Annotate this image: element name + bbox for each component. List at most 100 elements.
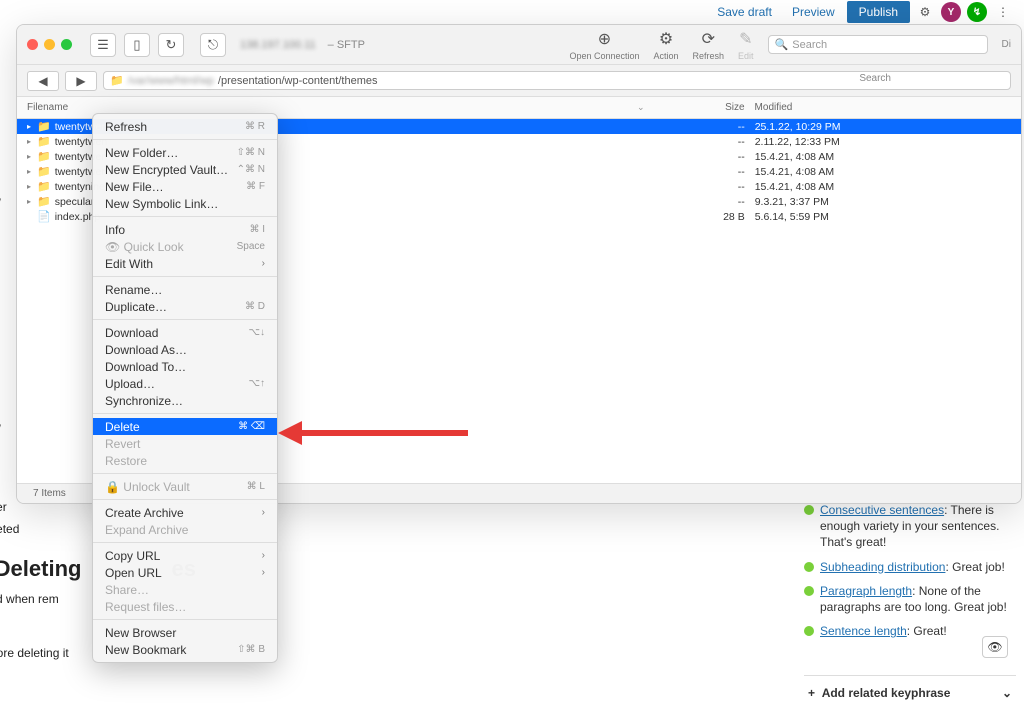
preview-link[interactable]: Preview bbox=[784, 5, 843, 19]
file-icon: 📄 bbox=[37, 210, 51, 223]
refresh-button[interactable]: ⟳Refresh bbox=[693, 29, 725, 61]
connection-icon[interactable]: ⎋ bbox=[200, 33, 226, 57]
chevron-right-icon: › bbox=[262, 507, 265, 518]
yoast-item: Consecutive sentences: There is enough v… bbox=[804, 498, 1016, 555]
yoast-link[interactable]: Subheading distribution bbox=[820, 560, 945, 574]
cm-restore: Restore bbox=[93, 452, 277, 469]
folder-icon: 📁 bbox=[37, 135, 51, 148]
open-connection-button[interactable]: ⊕Open Connection bbox=[569, 29, 639, 61]
cm-new-symlink[interactable]: New Symbolic Link… bbox=[93, 195, 277, 212]
annotation-arrow bbox=[278, 423, 468, 443]
file-modified: 15.4.21, 4:08 AM bbox=[755, 151, 1011, 163]
status-dot-green bbox=[804, 626, 814, 636]
add-keyphrase-button[interactable]: + Add related keyphrase ⌄ bbox=[804, 675, 1016, 710]
cm-request-files: Request files… bbox=[93, 598, 277, 615]
cm-info[interactable]: Info⌘ I bbox=[93, 221, 277, 238]
bookmarks-icon[interactable]: ▯ bbox=[124, 33, 150, 57]
window-title-protocol: – SFTP bbox=[328, 39, 365, 51]
sort-icon: ⌄ bbox=[637, 102, 645, 113]
context-menu: Refresh⌘ R New Folder…⇧⌘ N New Encrypted… bbox=[92, 113, 278, 663]
editor-topbar: Save draft Preview Publish ⚙ Y ↯ ⋮ bbox=[0, 0, 1024, 24]
file-size: -- bbox=[645, 121, 755, 133]
cm-download-as[interactable]: Download As… bbox=[93, 341, 277, 358]
back-button[interactable]: ◀ bbox=[27, 71, 59, 91]
eye-icon[interactable]: 👁 bbox=[982, 636, 1008, 658]
folder-icon: 📁 bbox=[37, 120, 51, 133]
col-filename[interactable]: Filename bbox=[27, 102, 637, 113]
cm-synchronize[interactable]: Synchronize… bbox=[93, 392, 277, 409]
cm-refresh[interactable]: Refresh⌘ R bbox=[93, 118, 277, 135]
file-size: -- bbox=[645, 151, 755, 163]
action-button[interactable]: ⚙Action bbox=[654, 29, 679, 61]
file-modified: 2.11.22, 12:33 PM bbox=[755, 136, 1011, 148]
search-icon: 🔍 bbox=[775, 38, 789, 51]
col-size[interactable]: Size bbox=[645, 102, 755, 113]
window-controls bbox=[27, 39, 72, 50]
disclosure-icon[interactable]: ▸ bbox=[27, 167, 37, 176]
cm-copy-url[interactable]: Copy URL› bbox=[93, 547, 277, 564]
cm-expand-archive: Expand Archive bbox=[93, 521, 277, 538]
publish-button[interactable]: Publish bbox=[847, 1, 910, 23]
yoast-link[interactable]: Paragraph length bbox=[820, 584, 912, 598]
file-size: -- bbox=[645, 196, 755, 208]
cm-download[interactable]: Download⌥↓ bbox=[93, 324, 277, 341]
folder-icon: 📁 bbox=[110, 74, 124, 87]
file-size: -- bbox=[645, 136, 755, 148]
file-modified: 15.4.21, 4:08 AM bbox=[755, 166, 1011, 178]
cm-new-browser[interactable]: New Browser bbox=[93, 624, 277, 641]
window-titlebar: ☰ ▯ ↻ ⎋ 138.197.100.11 – SFTP ⊕Open Conn… bbox=[17, 25, 1021, 65]
disclosure-icon[interactable]: ▸ bbox=[27, 197, 37, 206]
maximize-icon[interactable] bbox=[61, 39, 72, 50]
file-modified: 5.6.14, 5:59 PM bbox=[755, 211, 1011, 223]
more-icon[interactable]: ⋮ bbox=[992, 1, 1014, 23]
cm-new-vault[interactable]: New Encrypted Vault…⌃⌘ N bbox=[93, 161, 277, 178]
cm-delete[interactable]: Delete⌘ ⌫ bbox=[93, 418, 277, 435]
yoast-item: Paragraph length: None of the paragraphs… bbox=[804, 579, 1016, 619]
file-size: 28 B bbox=[645, 211, 755, 223]
disclosure-icon[interactable]: ▸ bbox=[27, 152, 37, 161]
folder-icon: 📁 bbox=[37, 195, 51, 208]
cm-new-file[interactable]: New File…⌘ F bbox=[93, 178, 277, 195]
disclosure-icon[interactable]: ▸ bbox=[27, 137, 37, 146]
forward-button[interactable]: ▶ bbox=[65, 71, 97, 91]
folder-icon: 📁 bbox=[37, 165, 51, 178]
cm-new-bookmark[interactable]: New Bookmark⇧⌘ B bbox=[93, 641, 277, 658]
chevron-down-icon: ⌄ bbox=[1002, 686, 1012, 700]
yoast-icon[interactable]: Y bbox=[940, 1, 962, 23]
cm-open-url[interactable]: Open URL› bbox=[93, 564, 277, 581]
file-size: -- bbox=[645, 166, 755, 178]
file-modified: 25.1.22, 10:29 PM bbox=[755, 121, 1011, 133]
chevron-right-icon: › bbox=[262, 258, 265, 269]
view-outline-icon[interactable]: ☰ bbox=[90, 33, 116, 57]
cm-new-folder[interactable]: New Folder…⇧⌘ N bbox=[93, 144, 277, 161]
cm-upload[interactable]: Upload…⌥↑ bbox=[93, 375, 277, 392]
cm-edit-with[interactable]: Edit With› bbox=[93, 255, 277, 272]
settings-icon[interactable]: ⚙ bbox=[914, 1, 936, 23]
cm-revert: Revert bbox=[93, 435, 277, 452]
cm-rename[interactable]: Rename… bbox=[93, 281, 277, 298]
jetpack-icon[interactable]: ↯ bbox=[966, 1, 988, 23]
cm-quick-look: 👁 Quick LookSpace bbox=[93, 238, 277, 255]
close-icon[interactable] bbox=[27, 39, 38, 50]
status-dot-green bbox=[804, 562, 814, 572]
window-title-host: 138.197.100.11 bbox=[240, 39, 316, 51]
status-dot-green bbox=[804, 505, 814, 515]
file-size: -- bbox=[645, 181, 755, 193]
di-label: Di bbox=[1002, 39, 1011, 50]
history-icon[interactable]: ↻ bbox=[158, 33, 184, 57]
search-input[interactable]: 🔍Search bbox=[768, 35, 988, 54]
yoast-link[interactable]: Sentence length bbox=[820, 624, 907, 638]
col-modified[interactable]: Modified bbox=[755, 102, 1011, 113]
cm-download-to[interactable]: Download To… bbox=[93, 358, 277, 375]
disclosure-icon[interactable]: ▸ bbox=[27, 182, 37, 191]
cm-create-archive[interactable]: Create Archive› bbox=[93, 504, 277, 521]
cm-duplicate[interactable]: Duplicate…⌘ D bbox=[93, 298, 277, 315]
minimize-icon[interactable] bbox=[44, 39, 55, 50]
save-draft-link[interactable]: Save draft bbox=[709, 5, 780, 19]
disclosure-icon[interactable]: ▸ bbox=[27, 122, 37, 131]
edit-button: ✎Edit bbox=[738, 29, 754, 61]
cm-unlock-vault: 🔒 Unlock Vault⌘ L bbox=[93, 478, 277, 495]
cm-share: Share… bbox=[93, 581, 277, 598]
yoast-link[interactable]: Consecutive sentences bbox=[820, 503, 944, 517]
file-modified: 9.3.21, 3:37 PM bbox=[755, 196, 1011, 208]
